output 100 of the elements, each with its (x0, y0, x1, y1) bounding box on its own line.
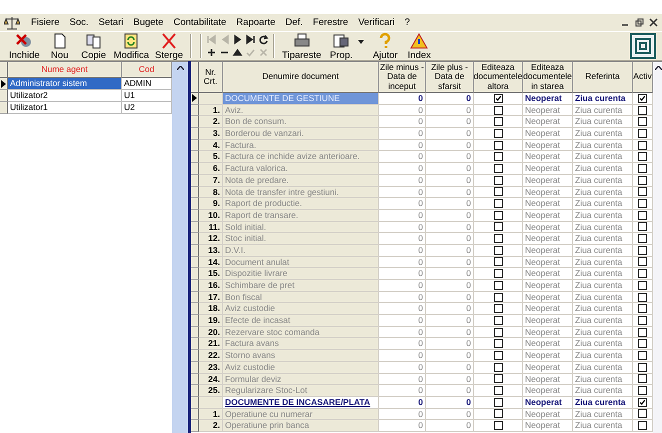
table-cell[interactable]: Aviz. (223, 104, 379, 116)
checkbox[interactable] (494, 374, 502, 384)
checkbox[interactable] (494, 199, 502, 208)
table-cell[interactable]: Ziua curenta (573, 303, 633, 316)
checkbox[interactable] (638, 257, 647, 266)
table-cell[interactable]: Ziua curenta (573, 210, 633, 222)
table-cell[interactable]: Ziua curenta (573, 338, 633, 350)
table-cell[interactable]: 0 (426, 104, 474, 116)
column-header[interactable]: Nr. Crt. (199, 62, 223, 93)
checkbox[interactable] (494, 152, 502, 162)
table-cell[interactable]: 0 (426, 280, 474, 292)
table-cell[interactable]: Formular deviz (223, 374, 379, 386)
column-header[interactable]: Nume agent (8, 62, 122, 78)
checkbox[interactable] (494, 328, 502, 337)
table-cell[interactable]: Ziua curenta (573, 350, 633, 362)
table-cell[interactable]: Ziua curenta (573, 186, 633, 198)
checkbox[interactable] (638, 421, 647, 430)
column-header[interactable]: Zile plus - Data de sfarsit (426, 62, 474, 93)
table-cell[interactable]: Operatiune cu numerar (223, 408, 379, 420)
checkbox[interactable] (638, 140, 647, 150)
table-cell[interactable]: 0 (379, 338, 426, 350)
table-cell[interactable]: Regularizare Stoc-Lot (223, 385, 379, 397)
table-cell[interactable]: Neoperat (523, 222, 573, 234)
checkbox[interactable] (638, 152, 647, 162)
refresh-icon[interactable] (258, 34, 270, 45)
table-cell[interactable]: Factura. (223, 140, 379, 152)
table-cell[interactable]: Neoperat (523, 93, 573, 105)
table-cell[interactable]: Sold initial. (223, 222, 379, 234)
plus-icon[interactable] (206, 47, 218, 58)
checkbox[interactable] (638, 117, 647, 126)
checkbox[interactable] (638, 222, 647, 232)
last-record-icon[interactable] (245, 34, 256, 45)
table-cell[interactable]: Raport de productie. (223, 198, 379, 210)
row-indicator[interactable] (191, 93, 199, 105)
table-cell[interactable]: 0 (379, 268, 426, 280)
table-cell[interactable]: 0 (426, 186, 474, 198)
checkbox[interactable] (494, 350, 502, 360)
table-cell[interactable]: Administrator sistem (8, 78, 122, 90)
table-cell[interactable]: Ziua curenta (573, 198, 633, 210)
checkbox[interactable] (494, 164, 502, 173)
column-header[interactable]: Zile minus - Data de inceput (379, 62, 426, 93)
table-cell[interactable]: 0 (379, 420, 426, 432)
table-cell[interactable]: Ziua curenta (573, 280, 633, 292)
table-cell[interactable]: Neoperat (523, 420, 573, 432)
table-cell[interactable]: Operatiune prin banca (223, 420, 379, 432)
next-record-icon[interactable] (232, 34, 244, 45)
table-cell[interactable]: Neoperat (523, 280, 573, 292)
menu-item[interactable]: ? (400, 17, 415, 28)
table-cell[interactable]: Neoperat (523, 140, 573, 152)
checkbox[interactable] (494, 257, 502, 266)
checkbox[interactable] (494, 362, 502, 372)
checkbox[interactable] (638, 292, 647, 302)
checkbox[interactable] (494, 304, 502, 314)
table-cell[interactable]: 0 (426, 210, 474, 222)
table-cell[interactable]: 0 (426, 140, 474, 152)
checkbox[interactable] (494, 292, 502, 302)
table-cell[interactable]: Ziua curenta (573, 174, 633, 186)
table-cell[interactable]: 0 (426, 385, 474, 397)
edit-button[interactable]: Modifica (110, 32, 152, 60)
checkbox[interactable] (494, 140, 502, 150)
menu-item[interactable]: Ferestre (308, 17, 354, 28)
table-cell[interactable]: 0 (379, 163, 426, 175)
table-cell[interactable]: Ziua curenta (573, 151, 633, 164)
table-cell[interactable]: 0 (426, 244, 474, 257)
menu-item[interactable]: Soc. (64, 17, 94, 28)
table-cell[interactable]: Bon de consum. (223, 116, 379, 128)
table-cell[interactable]: Bon fiscal (223, 292, 379, 304)
menu-item[interactable]: Fisiere (26, 17, 65, 28)
checkbox[interactable] (494, 222, 502, 232)
table-cell[interactable]: 0 (426, 174, 474, 186)
table-cell[interactable]: Ziua curenta (573, 244, 633, 257)
table-cell[interactable]: Neoperat (523, 268, 573, 280)
menu-item[interactable]: Def. (280, 17, 308, 28)
table-cell[interactable]: 0 (379, 396, 426, 409)
checkbox[interactable] (494, 316, 502, 325)
checkbox[interactable] (638, 339, 647, 348)
table-cell[interactable]: Dispozitie livrare (223, 268, 379, 280)
column-header[interactable]: Editeaza documentele altora (474, 62, 523, 93)
table-cell[interactable]: 0 (379, 116, 426, 128)
table-cell[interactable]: Neoperat (523, 315, 573, 327)
table-cell[interactable]: Ziua curenta (573, 163, 633, 175)
table-cell[interactable]: Storno avans (223, 350, 379, 362)
checkbox[interactable] (494, 106, 502, 115)
help-button[interactable]: Ajutor (368, 32, 402, 60)
scrollbar[interactable] (172, 62, 188, 433)
checkbox[interactable] (494, 187, 502, 196)
checkbox[interactable] (638, 164, 647, 173)
table-cell[interactable]: Ziua curenta (573, 233, 633, 245)
table-cell[interactable]: 0 (426, 222, 474, 234)
table-cell[interactable]: 0 (426, 315, 474, 327)
row-indicator[interactable] (0, 78, 8, 90)
checkbox[interactable] (494, 176, 502, 185)
checkbox[interactable] (494, 398, 502, 407)
menu-item[interactable]: Verificari (353, 17, 400, 28)
table-cell[interactable]: Ziua curenta (573, 420, 633, 432)
table-cell[interactable]: Factura ce inchide avize anterioare. (223, 151, 379, 164)
checkbox[interactable] (494, 280, 502, 290)
table-cell[interactable]: Ziua curenta (573, 93, 633, 105)
column-header[interactable]: Activ (633, 62, 653, 93)
table-cell[interactable]: 0 (379, 315, 426, 327)
